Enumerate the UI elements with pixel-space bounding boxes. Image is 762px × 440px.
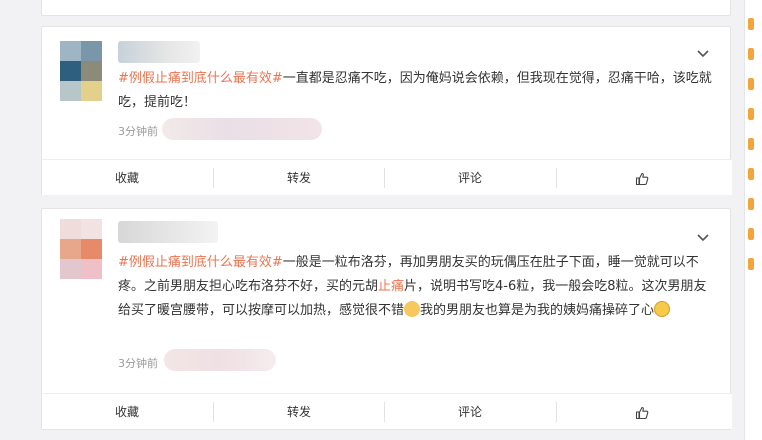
- username[interactable]: [118, 221, 218, 243]
- chevron-down-icon[interactable]: [694, 229, 712, 247]
- action-bar: 收藏 转发 评论: [42, 159, 732, 195]
- thumbs-up-icon: [635, 172, 649, 185]
- hashtag-link[interactable]: #例假止痛到底什么最有效#: [118, 255, 283, 270]
- rank-marker: [748, 228, 754, 240]
- emoji-icon: [404, 301, 421, 317]
- post-body: 我的男朋友也算是为我的姨妈痛操碎了心: [420, 303, 655, 318]
- chevron-down-icon[interactable]: [694, 45, 712, 63]
- favorite-button[interactable]: 收藏: [42, 160, 212, 196]
- thumbs-up-icon: [635, 406, 649, 419]
- rank-marker: [748, 138, 754, 150]
- previous-card-remnant: [41, 0, 731, 16]
- rank-marker: [748, 168, 754, 180]
- laughing-emoji-icon: [654, 301, 671, 317]
- rank-marker: [748, 18, 754, 30]
- keyword-highlight: 止痛: [378, 279, 405, 294]
- post-time[interactable]: 3分钟前: [118, 123, 158, 139]
- favorite-button[interactable]: 收藏: [42, 394, 212, 430]
- post-text: #例假止痛到底什么最有效#一直都是忍痛不吃，因为俺妈说会依赖，但我现在觉得，忍痛…: [118, 67, 718, 115]
- username[interactable]: [118, 41, 200, 63]
- avatar[interactable]: [60, 41, 102, 101]
- rank-marker: [748, 78, 754, 90]
- like-button[interactable]: [557, 160, 727, 196]
- forward-button[interactable]: 转发: [214, 160, 384, 196]
- like-button[interactable]: [557, 394, 727, 430]
- post-card: #例假止痛到底什么最有效#一般是一粒布洛芬，再加男朋友买的玩偶压在肚子下面，睡一…: [41, 208, 732, 430]
- post-card: #例假止痛到底什么最有效#一直都是忍痛不吃，因为俺妈说会依赖，但我现在觉得，忍痛…: [41, 26, 732, 195]
- action-bar: 收藏 转发 评论: [42, 393, 732, 429]
- rank-marker: [748, 198, 754, 210]
- hashtag-link[interactable]: #例假止痛到底什么最有效#: [118, 71, 283, 86]
- rank-marker: [748, 258, 754, 270]
- post-time[interactable]: 3分钟前: [118, 355, 158, 371]
- post-source[interactable]: [164, 349, 276, 371]
- post-text: #例假止痛到底什么最有效#一般是一粒布洛芬，再加男朋友买的玩偶压在肚子下面，睡一…: [118, 251, 718, 323]
- post-source[interactable]: [162, 118, 322, 140]
- comment-button[interactable]: 评论: [385, 394, 555, 430]
- right-sidebar: [744, 0, 762, 440]
- rank-marker: [748, 108, 754, 120]
- rank-marker: [748, 48, 754, 60]
- forward-button[interactable]: 转发: [214, 394, 384, 430]
- comment-button[interactable]: 评论: [385, 160, 555, 196]
- avatar[interactable]: [60, 219, 102, 279]
